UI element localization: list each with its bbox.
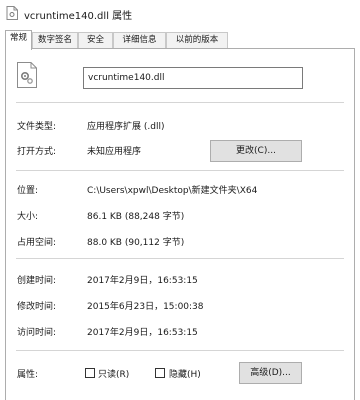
location-label: 位置: <box>17 186 39 196</box>
attributes-label: 属性: <box>17 370 39 380</box>
readonly-checkbox[interactable] <box>85 368 95 378</box>
file-type-value: 应用程序扩展 (.dll) <box>87 122 165 132</box>
title-bar: vcruntime140.dll 属性 <box>0 0 360 26</box>
created-value: 2017年2月9日，16:53:15 <box>87 276 198 286</box>
size-on-disk-label: 占用空间: <box>17 238 57 248</box>
divider <box>16 350 344 351</box>
dll-gear-file-icon <box>17 62 37 88</box>
tab-security[interactable]: 安全 <box>78 32 113 49</box>
accessed-value: 2017年2月9日，16:53:15 <box>87 328 198 338</box>
readonly-checkbox-label[interactable]: 只读(R) <box>98 367 129 380</box>
divider <box>16 170 344 171</box>
hidden-checkbox-label[interactable]: 隐藏(H) <box>169 367 201 380</box>
general-panel <box>5 48 355 400</box>
change-button[interactable]: 更改(C)... <box>210 140 302 162</box>
size-on-disk-value: 88.0 KB (90,112 字节) <box>87 238 185 248</box>
divider <box>16 102 344 103</box>
file-name-field[interactable] <box>83 67 303 89</box>
size-value: 86.1 KB (88,248 字节) <box>87 212 185 222</box>
created-label: 创建时间: <box>17 276 57 286</box>
tab-details[interactable]: 详细信息 <box>113 32 166 49</box>
location-value: C:\Users\xpwl\Desktop\新建文件夹\X64 <box>87 186 258 196</box>
file-type-label: 文件类型: <box>17 122 57 132</box>
modified-label: 修改时间: <box>17 302 57 312</box>
divider <box>16 258 344 259</box>
tab-previous-versions[interactable]: 以前的版本 <box>166 32 228 49</box>
advanced-button[interactable]: 高级(D)... <box>239 362 302 384</box>
dll-file-icon <box>6 6 18 20</box>
hidden-checkbox[interactable] <box>155 368 165 378</box>
tab-strip: 常规 数字签名 安全 详细信息 以前的版本 <box>5 30 355 50</box>
tab-digital-signatures[interactable]: 数字签名 <box>32 32 78 49</box>
window-title: vcruntime140.dll 属性 <box>24 11 133 22</box>
opens-with-label: 打开方式: <box>17 147 57 157</box>
accessed-label: 访问时间: <box>17 328 57 338</box>
tab-general[interactable]: 常规 <box>5 30 32 50</box>
modified-value: 2015年6月23日，15:00:38 <box>87 302 204 312</box>
opens-with-value: 未知应用程序 <box>87 147 142 157</box>
size-label: 大小: <box>17 212 39 222</box>
